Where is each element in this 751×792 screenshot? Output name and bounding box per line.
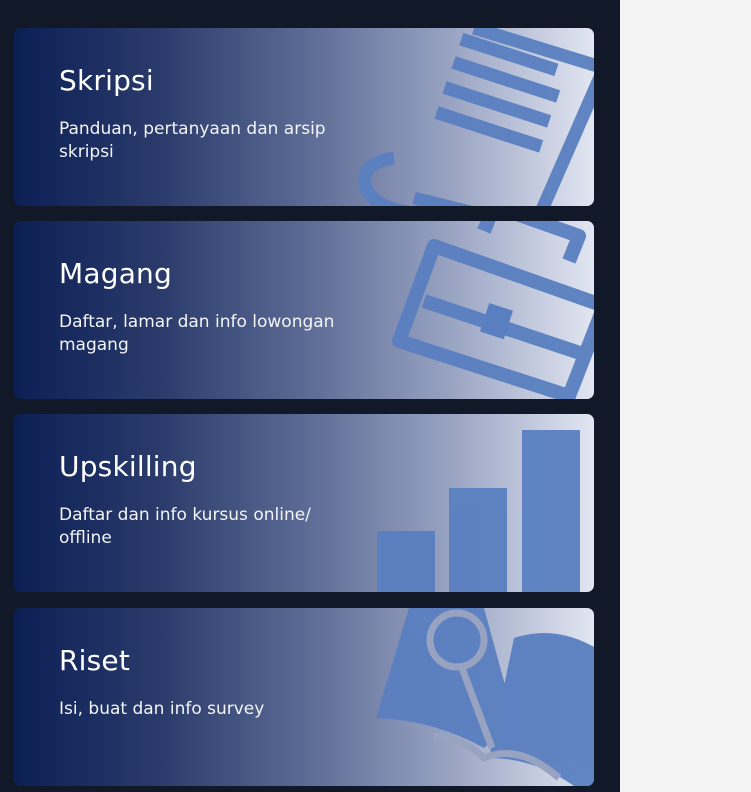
menu-panel: Skripsi Panduan, pertanyaan dan arsip sk… <box>0 0 620 792</box>
card-description: Daftar dan info kursus online/ offline <box>59 505 311 548</box>
card-title: Upskilling <box>59 450 197 483</box>
card-description: Panduan, pertanyaan dan arsip skripsi <box>59 119 326 162</box>
briefcase-icon <box>392 221 594 399</box>
document-scroll-icon <box>358 28 594 206</box>
card-riset[interactable]: Riset Isi, buat dan info survey <box>14 608 594 786</box>
card-skripsi[interactable]: Skripsi Panduan, pertanyaan dan arsip sk… <box>14 28 594 206</box>
card-description: Isi, buat dan info survey <box>59 699 265 719</box>
card-description: Daftar, lamar dan info lowongan magang <box>59 312 335 355</box>
card-title: Skripsi <box>59 64 154 97</box>
card-upskilling[interactable]: Upskilling Daftar dan info kursus online… <box>14 414 594 592</box>
card-title: Riset <box>59 644 131 677</box>
card-title: Magang <box>59 257 172 290</box>
card-magang[interactable]: Magang Daftar, lamar dan info lowongan m… <box>14 221 594 399</box>
bar-chart-icon <box>377 430 580 592</box>
book-magnifier-icon <box>376 608 594 786</box>
